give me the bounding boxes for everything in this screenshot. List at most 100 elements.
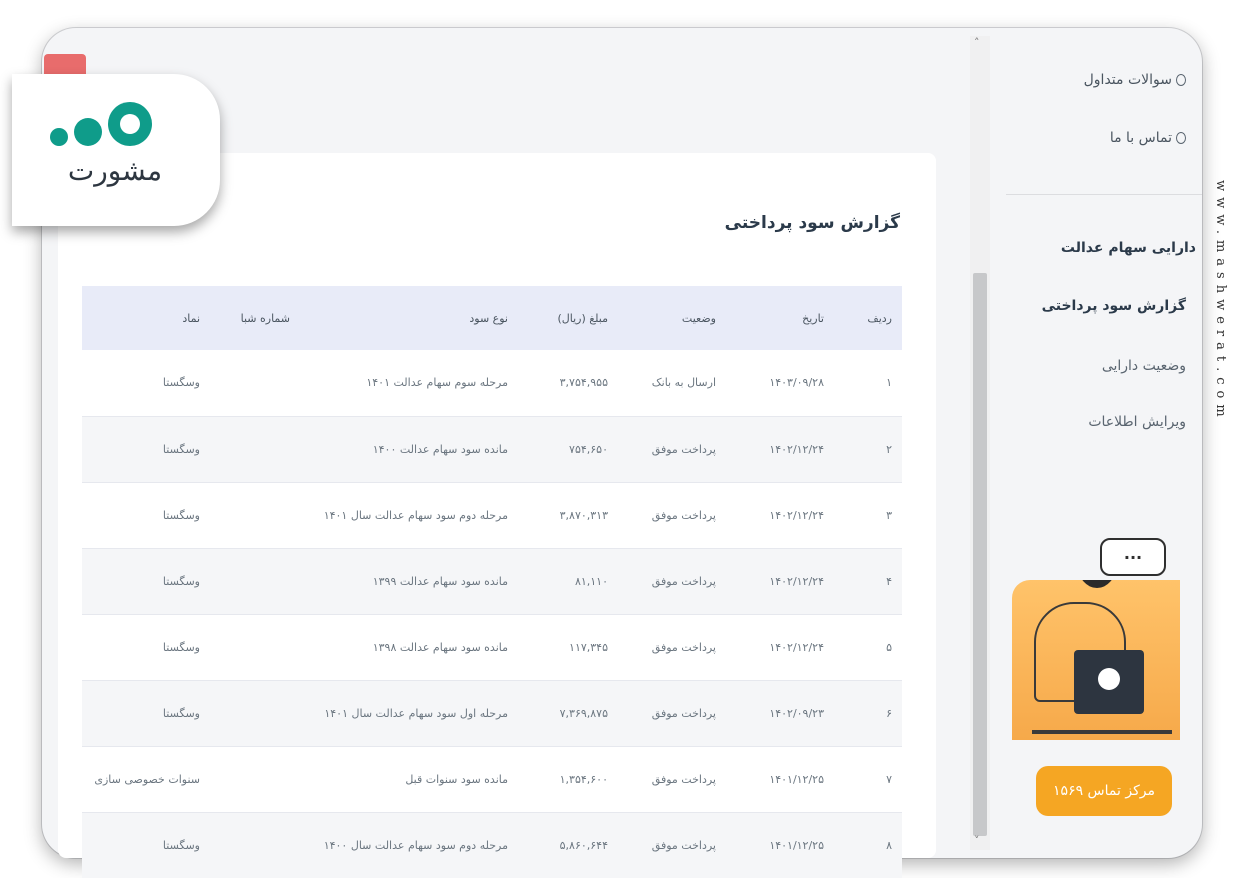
table-cell: ۳ (834, 482, 902, 549)
table-cell: مرحله اول سود سهام عدالت سال ۱۴۰۱ (300, 680, 518, 747)
table-row[interactable]: ۱ ۱۴۰۳/۰۹/۲۸ ارسال به بانک ۳,۷۵۴,۹۵۵ مرحله س… (82, 350, 902, 417)
table-cell: مرحله دوم سود سهام عدالت سال ۱۴۰۰ (300, 812, 518, 878)
table-cell: ۱۴۰۱/۱۲/۲۵ (726, 812, 834, 878)
sidebar-item-payout-report[interactable]: گزارش سود پرداختی (1042, 298, 1186, 314)
phone-icon (1176, 132, 1186, 144)
table-cell: وسگستا (82, 614, 210, 681)
table-cell (210, 548, 300, 615)
table-cell: پرداخت موفق (618, 812, 726, 878)
table-cell: وسگستا (82, 482, 210, 549)
table-cell: ارسال به بانک (618, 350, 726, 417)
column-header: نماد (82, 286, 210, 350)
payout-table: ردیف تاریخ وضعیت مبلغ (ریال) نوع سود شماره شب… (82, 286, 902, 878)
table-cell: ۱۴۰۱/۱۲/۲۵ (726, 746, 834, 813)
sidebar-section-title: دارایی سهام عدالت (1060, 240, 1196, 256)
table-cell (210, 812, 300, 878)
call-center-button[interactable]: مرکز تماس ۱۵۶۹ (1036, 766, 1172, 816)
table-cell: ۱ (834, 350, 902, 417)
monitor-icon (1074, 650, 1144, 714)
table-cell: وسگستا (82, 416, 210, 483)
page-title: گزارش سود پرداختی (724, 213, 900, 233)
table-row[interactable]: ۲ ۱۴۰۲/۱۲/۲۴ پرداخت موفق ۷۵۴,۶۵۰ مانده سود س… (82, 416, 902, 483)
table-cell: ۸۱,۱۱۰ (518, 548, 618, 615)
table-cell: مانده سود سنوات قبل (300, 746, 518, 813)
sidebar-link-faq[interactable]: سوالات متداول (1084, 72, 1186, 88)
table-cell: مانده سود سهام عدالت ۱۳۹۹ (300, 548, 518, 615)
support-illustration (1012, 580, 1180, 740)
question-icon (1176, 74, 1186, 86)
table-cell: مانده سود سهام عدالت ۱۳۹۸ (300, 614, 518, 681)
table-row[interactable]: ۷ ۱۴۰۱/۱۲/۲۵ پرداخت موفق ۱,۳۵۴,۶۰۰ مانده سود… (82, 746, 902, 813)
table-cell (210, 614, 300, 681)
table-cell: پرداخت موفق (618, 548, 726, 615)
scroll-thumb[interactable] (973, 273, 987, 836)
table-cell: پرداخت موفق (618, 482, 726, 549)
table-cell (210, 746, 300, 813)
table-cell: وسگستا (82, 548, 210, 615)
table-cell: ۱۴۰۲/۱۲/۲۴ (726, 548, 834, 615)
table-cell: ۱۴۰۲/۰۹/۲۳ (726, 680, 834, 747)
table-row[interactable]: ۵ ۱۴۰۲/۱۲/۲۴ پرداخت موفق ۱۱۷,۳۴۵ مانده سود س… (82, 614, 902, 681)
table-cell: پرداخت موفق (618, 416, 726, 483)
table-cell: ۱۴۰۲/۱۲/۲۴ (726, 614, 834, 681)
column-header: تاریخ (726, 286, 834, 350)
logo-dot-large (108, 102, 152, 146)
column-header: ردیف (834, 286, 902, 350)
logo-dot-small (50, 128, 68, 146)
table-row[interactable]: ۸ ۱۴۰۱/۱۲/۲۵ پرداخت موفق ۵,۸۶۰,۶۴۴ مرحله دوم… (82, 812, 902, 878)
table-cell (210, 482, 300, 549)
scroll-up-arrow[interactable]: ˄ (974, 36, 980, 49)
table-row[interactable]: ۴ ۱۴۰۲/۱۲/۲۴ پرداخت موفق ۸۱,۱۱۰ مانده سود سه… (82, 548, 902, 615)
logo-wordmark: مشورت (67, 154, 163, 187)
scroll-down-arrow[interactable]: ˅ (974, 834, 980, 847)
table-row[interactable]: ۶ ۱۴۰۲/۰۹/۲۳ پرداخت موفق ۷,۳۶۹,۸۷۵ مرحله اول… (82, 680, 902, 747)
table-cell (210, 350, 300, 417)
table-cell: پرداخت موفق (618, 680, 726, 747)
table-cell: ۴ (834, 548, 902, 615)
table-cell: ۲ (834, 416, 902, 483)
desk (1032, 730, 1172, 734)
table-cell: وسگستا (82, 812, 210, 878)
table-cell: ۱۴۰۳/۰۹/۲۸ (726, 350, 834, 417)
table-cell: پرداخت موفق (618, 614, 726, 681)
table-cell: وسگستا (82, 680, 210, 747)
watermark: www.mashwerat.com (1213, 180, 1228, 423)
table-cell: ۶ (834, 680, 902, 747)
table-cell: سنوات خصوصی سازی (82, 746, 210, 813)
table-cell: مرحله سوم سهام عدالت ۱۴۰۱ (300, 350, 518, 417)
operator-head (1078, 580, 1116, 588)
table-row[interactable]: ۳ ۱۴۰۲/۱۲/۲۴ پرداخت موفق ۳,۸۷۰,۳۱۳ مرحله دوم… (82, 482, 902, 549)
sidebar-item-asset-status[interactable]: وضعیت دارایی (1102, 358, 1186, 374)
column-header: وضعیت (618, 286, 726, 350)
table-cell (210, 680, 300, 747)
site-logo: مشورت (12, 74, 220, 226)
table-cell: ۳,۷۵۴,۹۵۵ (518, 350, 618, 417)
sidebar-link-contact[interactable]: تماس با ما (1110, 130, 1186, 146)
table-cell: پرداخت موفق (618, 746, 726, 813)
table-cell: ۸ (834, 812, 902, 878)
sidebar-item-edit-info[interactable]: ویرایش اطلاعات (1088, 414, 1186, 430)
table-cell: ۵ (834, 614, 902, 681)
logo-dot-medium (74, 118, 102, 146)
table-cell: وسگستا (82, 350, 210, 417)
table-cell: ۷,۳۶۹,۸۷۵ (518, 680, 618, 747)
table-cell: مانده سود سهام عدالت ۱۴۰۰ (300, 416, 518, 483)
column-header: مبلغ (ریال) (518, 286, 618, 350)
table-cell: مرحله دوم سود سهام عدالت سال ۱۴۰۱ (300, 482, 518, 549)
table-cell: ۵,۸۶۰,۶۴۴ (518, 812, 618, 878)
table-header-row: ردیف تاریخ وضعیت مبلغ (ریال) نوع سود شماره شب… (82, 286, 902, 350)
chat-bubble-icon: ... (1100, 538, 1166, 576)
column-header: نوع سود (300, 286, 518, 350)
column-header: شماره شبا (210, 286, 300, 350)
report-card: گزارش سود پرداختی ردیف تاریخ وضعیت مبلغ (ری… (58, 153, 936, 878)
table-cell: ۱۴۰۲/۱۲/۲۴ (726, 416, 834, 483)
table-cell: ۷ (834, 746, 902, 813)
table-cell: ۳,۸۷۰,۳۱۳ (518, 482, 618, 549)
table-cell: ۱,۳۵۴,۶۰۰ (518, 746, 618, 813)
table-cell: ۷۵۴,۶۵۰ (518, 416, 618, 483)
table-cell: ۱۴۰۲/۱۲/۲۴ (726, 482, 834, 549)
table-cell: ۱۱۷,۳۴۵ (518, 614, 618, 681)
table-cell (210, 416, 300, 483)
sidebar-divider (1006, 194, 1202, 195)
vertical-scrollbar[interactable]: ˄ ˅ (970, 36, 990, 850)
